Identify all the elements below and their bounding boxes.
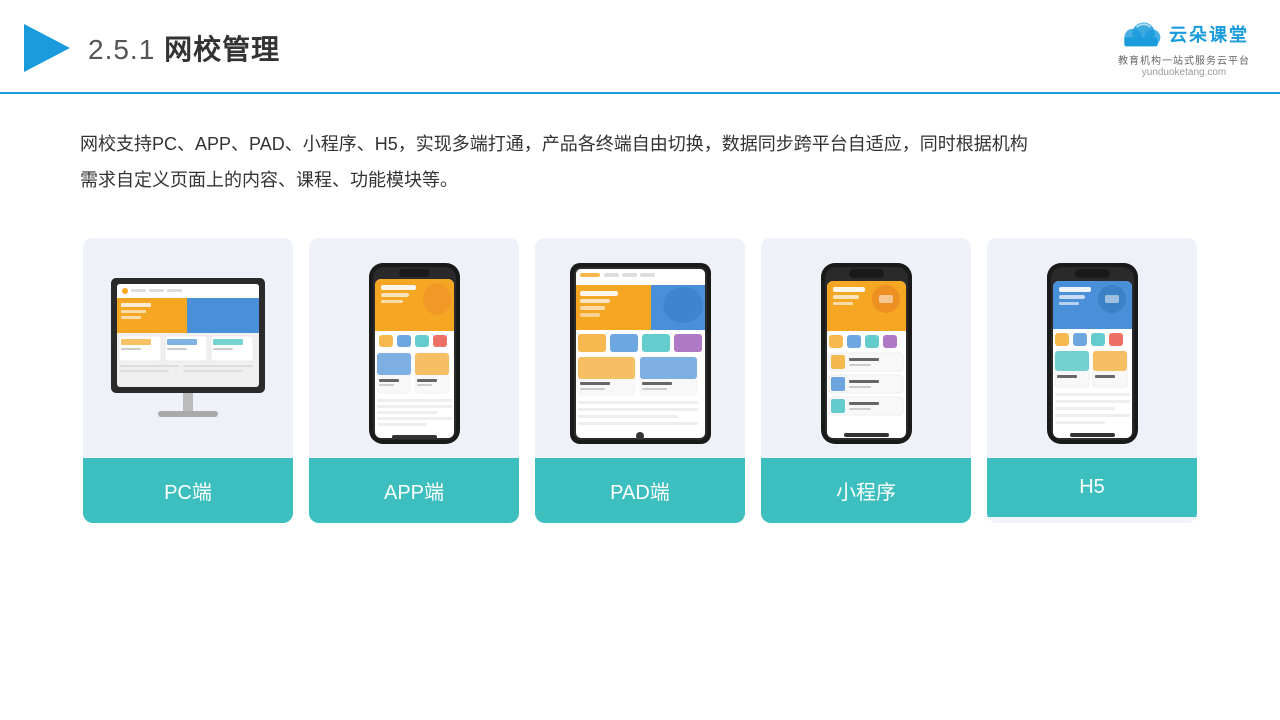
app-device-icon <box>367 261 462 446</box>
card-pad: PAD端 <box>535 238 745 523</box>
description-text: 网校支持PC、APP、PAD、小程序、H5，实现多端打通，产品各终端自由切换，数… <box>80 134 1028 154</box>
header-left: 2.5.1 网校管理 <box>20 22 280 74</box>
cards-container: PC端 <box>0 218 1280 543</box>
card-app: APP端 <box>309 238 519 523</box>
card-pc-label: PC端 <box>83 458 293 523</box>
page-header: 2.5.1 网校管理 云朵课堂 教育机构一站式服务云平台 yunduoketan… <box>0 0 1280 94</box>
card-app-image <box>309 238 519 458</box>
card-pc: PC端 <box>83 238 293 523</box>
card-pc-image <box>83 238 293 458</box>
logo-name: 云朵课堂 <box>1169 21 1249 47</box>
logo-area: 云朵课堂 教育机构一站式服务云平台 yunduoketang.com <box>1118 18 1250 78</box>
card-miniprogram: 小程序 <box>761 238 971 523</box>
card-miniprogram-image <box>761 238 971 458</box>
pad-device-icon <box>568 261 713 446</box>
card-h5-image <box>987 238 1197 458</box>
card-pad-label: PAD端 <box>535 458 745 523</box>
description-text-2: 需求自定义页面上的内容、课程、功能模块等。 <box>80 170 458 190</box>
card-h5: H5 <box>987 238 1197 523</box>
logo-tagline: 教育机构一站式服务云平台 <box>1118 52 1250 67</box>
title-name: 网校管理 <box>164 34 280 65</box>
miniprogram-device-icon <box>819 261 914 446</box>
logo-cloud: 云朵课堂 <box>1119 18 1249 50</box>
logo-url: yunduoketang.com <box>1142 67 1227 78</box>
play-icon <box>20 22 72 74</box>
description: 网校支持PC、APP、PAD、小程序、H5，实现多端打通，产品各终端自由切换，数… <box>0 94 1280 218</box>
card-pad-image <box>535 238 745 458</box>
card-miniprogram-label: 小程序 <box>761 458 971 523</box>
page-title: 2.5.1 网校管理 <box>88 28 280 68</box>
title-number: 2.5.1 <box>88 34 155 65</box>
pc-device-icon <box>103 273 273 433</box>
card-h5-label: H5 <box>987 458 1197 517</box>
cloud-icon <box>1119 18 1163 50</box>
card-app-label: APP端 <box>309 458 519 523</box>
h5-device-icon <box>1045 261 1140 446</box>
